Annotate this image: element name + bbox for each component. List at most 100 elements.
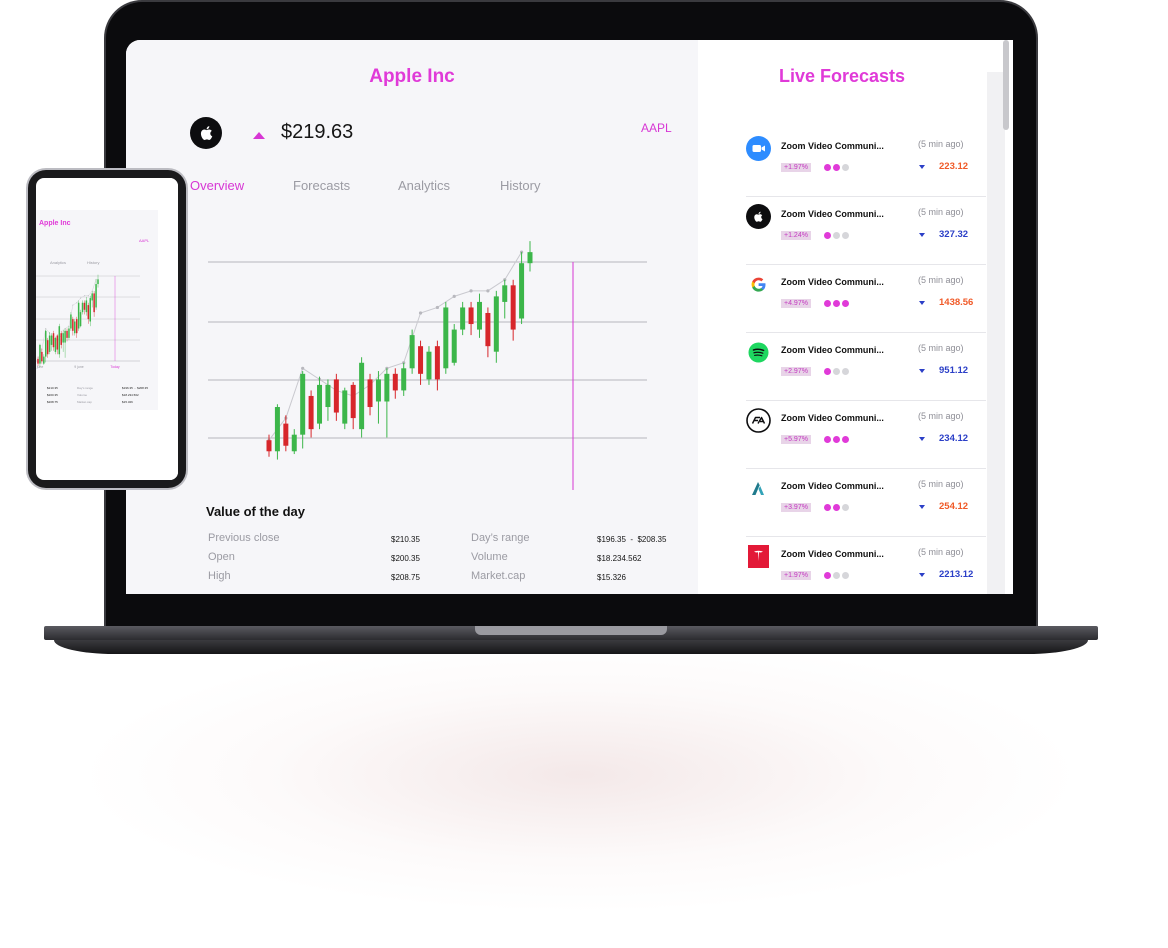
stat-value: $15.326 (597, 573, 626, 582)
candle-body (384, 373, 390, 402)
candle-body (426, 351, 432, 380)
live-forecasts-title: Live Forecasts (778, 66, 906, 86)
candle-body (443, 307, 449, 369)
candle-body (77, 302, 80, 329)
confidence-dot-active (842, 300, 849, 307)
candle-body (392, 373, 398, 391)
laptop-hinge-notch (475, 626, 667, 635)
phone-stat-label: Day’s range (77, 386, 93, 390)
scrollbar-thumb[interactable] (1003, 40, 1009, 130)
forecast-item[interactable]: Zoom Video Communi... (5 min ago) +3.97% 25… (746, 468, 986, 537)
candle-body (409, 335, 415, 369)
trend-point (486, 289, 490, 293)
forecast-value: 234.12 (939, 433, 969, 444)
ea-icon (746, 408, 771, 433)
stat-value: $18.234.562 (597, 554, 642, 563)
trend-point (80, 297, 82, 299)
trend-down-icon (919, 505, 925, 509)
trend-point (87, 295, 89, 297)
candle-body (43, 356, 45, 364)
forecast-value: 2213.12 (939, 569, 974, 580)
forecast-item[interactable]: Zoom Video Communi... (5 min ago) +2.97% 95… (746, 332, 986, 401)
tab-forecasts[interactable]: Forecasts (293, 178, 350, 193)
stat-value: $210.35 (391, 535, 420, 544)
x-tick-label: 9 june (74, 365, 84, 369)
candle-body (367, 379, 373, 408)
phone-stat-value: $208.75 (47, 400, 58, 404)
candle-body (54, 337, 57, 352)
candle-body (350, 384, 356, 419)
candle-body (91, 293, 93, 301)
forecast-time: (5 min ago) (918, 207, 964, 217)
trend-down-icon (919, 573, 925, 577)
candle-body (72, 319, 74, 331)
forecast-item[interactable]: Zoom Video Communi... (5 min ago) +1.24% 32… (746, 196, 986, 265)
confidence-dot-active (833, 436, 840, 443)
forecast-confidence-dots (824, 164, 854, 171)
forecast-item[interactable]: Zoom Video Communi... (5 min ago) +4.97% 14… (746, 264, 986, 333)
forecast-time: (5 min ago) (918, 275, 964, 285)
confidence-dot-active (824, 164, 831, 171)
phone-stat-value: $210.35 (47, 386, 58, 390)
tab-analytics[interactable]: Analytics (398, 178, 450, 193)
confidence-dot-active (842, 436, 849, 443)
candle-body (46, 340, 49, 355)
trend-down-icon (919, 437, 925, 441)
trend-point (435, 305, 439, 310)
trend-point (418, 311, 423, 315)
confidence-dot-active (824, 504, 831, 511)
candle-body (300, 373, 306, 435)
candle-body (401, 368, 407, 391)
stat-label: High (208, 570, 231, 582)
candle-body (451, 329, 457, 363)
trend-point (83, 295, 85, 297)
live-forecasts-pane: Live Forecasts Zoom Video Communi... (5 m… (698, 40, 1013, 594)
forecast-item[interactable]: Zoom Video Communi... (5 min ago) +1.97% 22… (746, 536, 986, 594)
forecast-item[interactable]: Zoom Video Communi... (5 min ago) +1.97% 22… (746, 128, 986, 197)
confidence-dot-active (833, 164, 840, 171)
forecast-percent-badge: +1.97% (781, 571, 811, 580)
phone-stat-value: $15.326 (122, 400, 133, 404)
phone-stat-label: Market.cap (77, 400, 92, 404)
candle-body (70, 314, 72, 329)
trend-point (76, 302, 78, 304)
candle-body (58, 326, 61, 355)
forecast-time: (5 min ago) (918, 343, 964, 353)
forecast-time: (5 min ago) (918, 547, 964, 557)
forecast-time: (5 min ago) (918, 479, 964, 489)
confidence-dot-inactive (833, 368, 840, 375)
apple-icon (190, 117, 222, 149)
apple-icon (746, 204, 771, 229)
candle-body (74, 321, 76, 334)
phone-stat-value: $18.234.562 (122, 393, 139, 397)
trend-down-icon (919, 233, 925, 237)
candle-body (317, 384, 323, 424)
candle-body (342, 390, 348, 424)
stat-label: Open (208, 551, 235, 563)
forecast-percent-badge: +2.97% (781, 367, 811, 376)
candle-body (308, 395, 314, 430)
candle-body (283, 423, 289, 446)
google-icon (746, 272, 771, 297)
confidence-dot-active (824, 300, 831, 307)
trend-down-icon (919, 301, 925, 305)
stat-value: $200.35 (391, 554, 420, 563)
candle-body (375, 379, 381, 402)
scrollbar-track[interactable] (987, 72, 1005, 594)
trend-down-icon (919, 369, 925, 373)
tab-history[interactable]: History (500, 178, 540, 193)
stock-title: Apple Inc (369, 66, 455, 87)
forecast-item[interactable]: Zoom Video Communi... (5 min ago) +5.97% 23… (746, 400, 986, 469)
trend-point (301, 366, 305, 370)
forecast-percent-badge: +1.97% (781, 163, 811, 172)
forecast-value: 327.32 (939, 229, 969, 240)
confidence-dot-inactive (842, 504, 849, 511)
phone-tab-analytics[interactable]: Analytics (50, 260, 66, 265)
forecast-confidence-dots (824, 572, 854, 579)
candle-body (44, 330, 47, 357)
trend-point (452, 294, 456, 298)
candle-body (325, 384, 331, 408)
spotify-icon (746, 340, 771, 365)
tab-overview[interactable]: Overview (190, 178, 244, 193)
phone-tab-history[interactable]: History (87, 260, 99, 265)
